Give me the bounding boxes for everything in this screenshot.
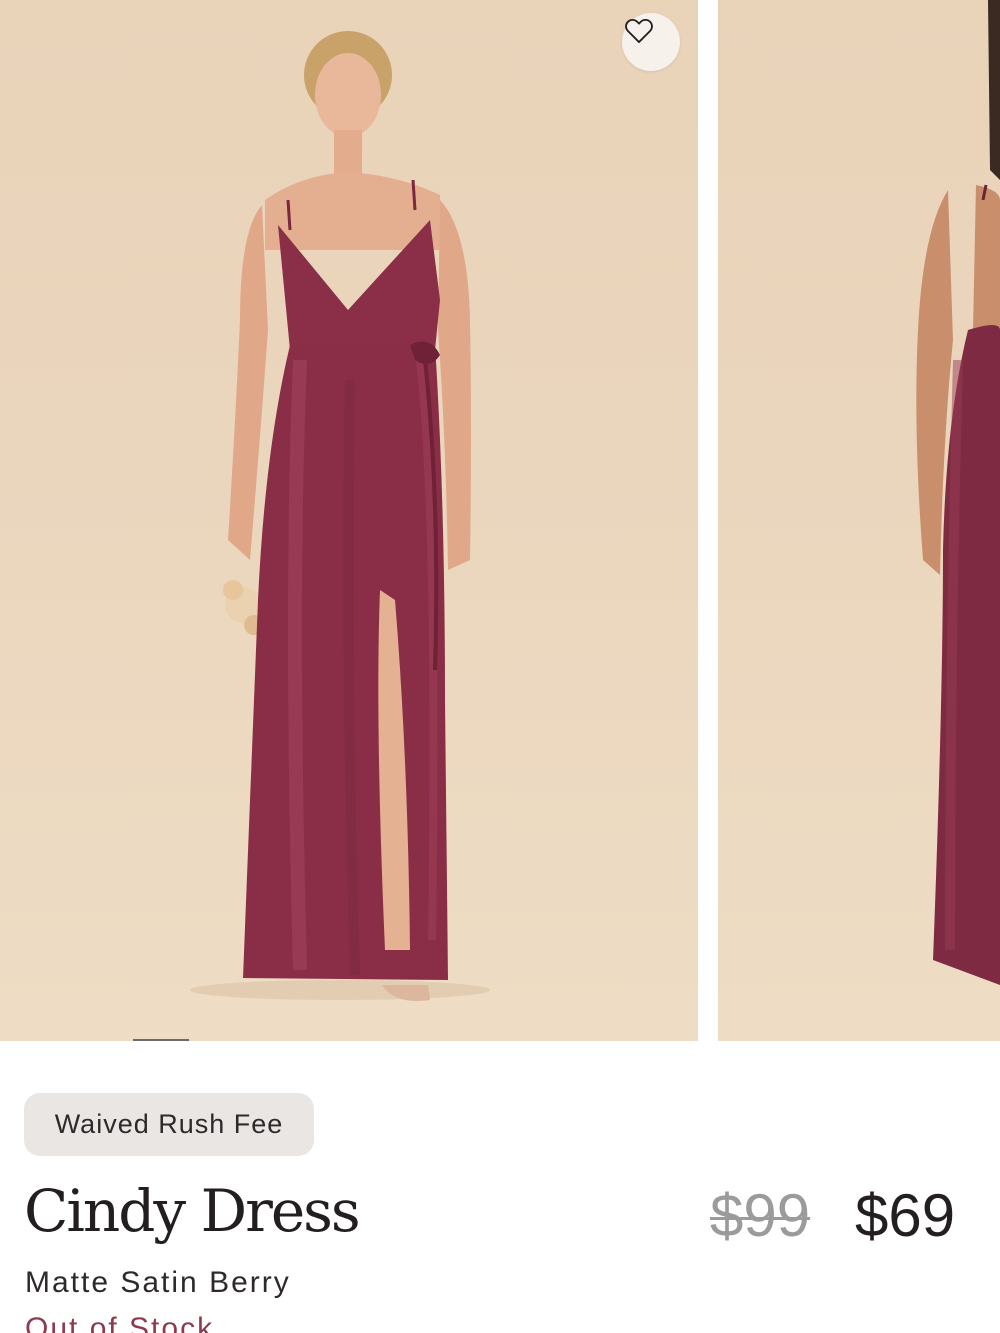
sale-price: $69 <box>855 1182 956 1249</box>
stock-status: Out of Stock <box>25 1312 215 1333</box>
wishlist-button[interactable] <box>622 13 680 71</box>
product-color: Matte Satin Berry <box>25 1266 291 1299</box>
product-image-side[interactable] <box>718 0 1000 1041</box>
original-price: $99 <box>710 1182 811 1249</box>
model-dress-side-illustration <box>916 0 1000 985</box>
heart-outline-icon <box>625 18 653 43</box>
model-dress-illustration <box>190 31 490 1001</box>
product-image-gallery[interactable] <box>0 0 1000 1041</box>
product-title[interactable]: Cindy Dress <box>24 1179 361 1244</box>
rush-fee-badge: Waived Rush Fee <box>24 1093 314 1156</box>
slide-indicator <box>133 1039 189 1041</box>
product-image-front[interactable] <box>0 0 698 1041</box>
